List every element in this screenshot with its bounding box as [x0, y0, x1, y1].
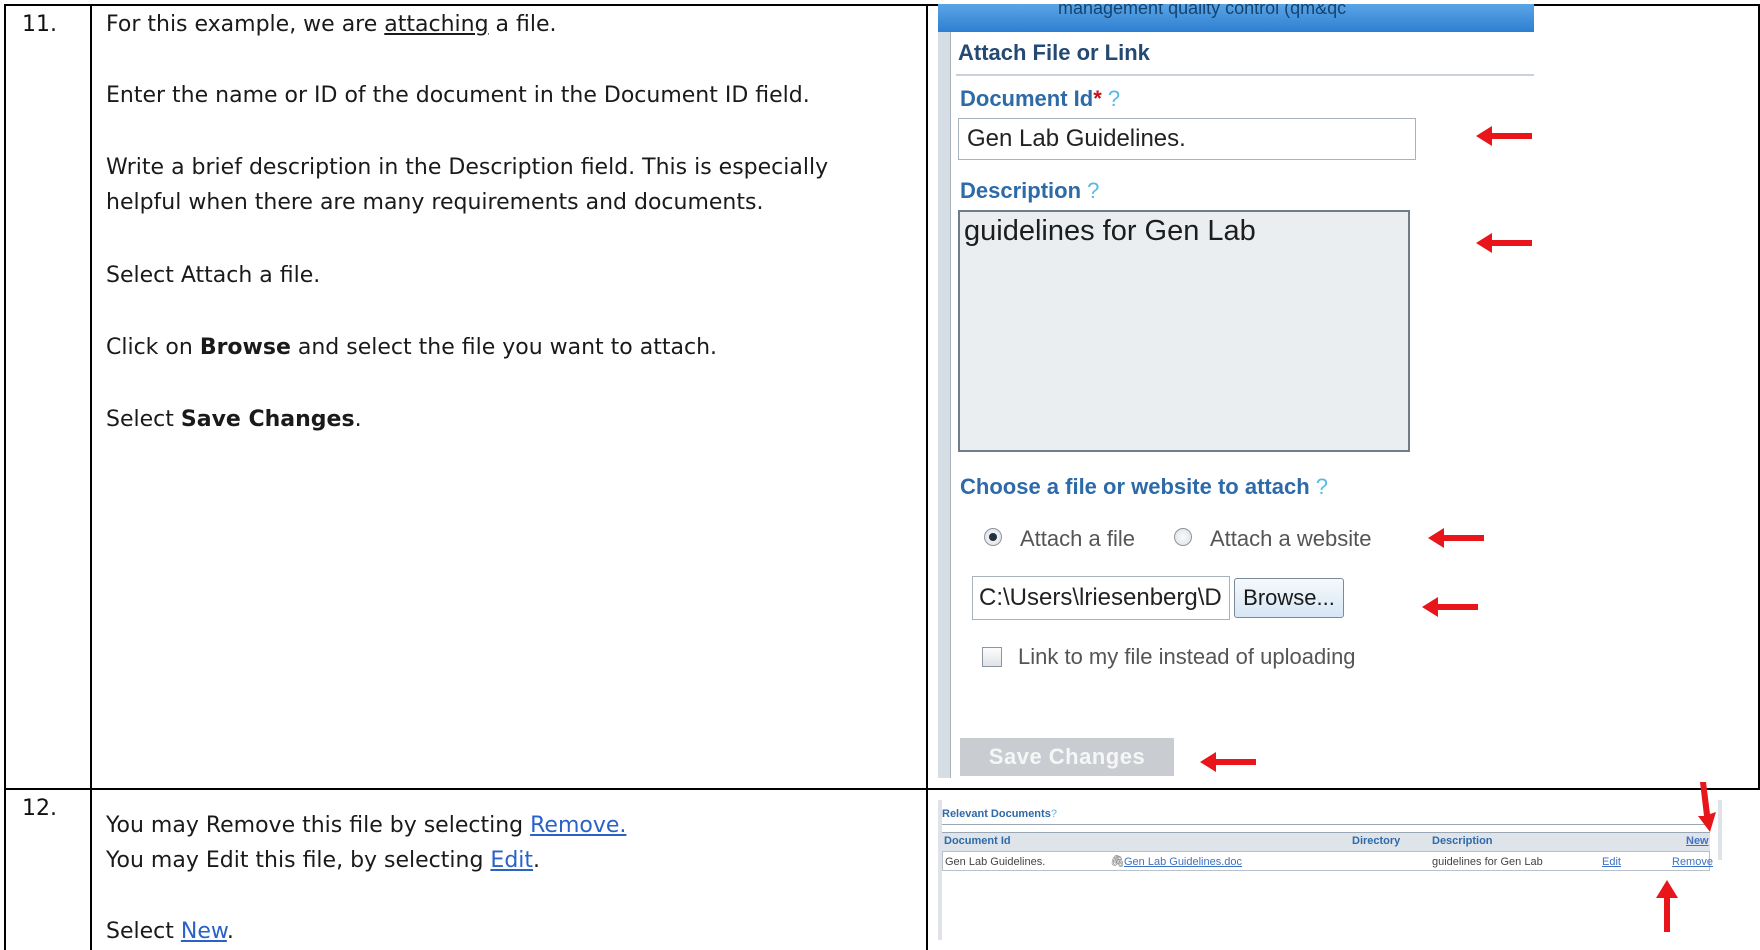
attach-file-radio[interactable]: [984, 528, 1002, 546]
text: Select: [106, 919, 181, 944]
window-title-fragment: management quality control (qm&qc: [1058, 4, 1347, 18]
row-file-link[interactable]: Gen Lab Guidelines.doc: [1124, 856, 1242, 868]
help-icon[interactable]: ?: [1051, 808, 1057, 820]
text: Select: [106, 407, 181, 432]
text: You may Edit this file, by selecting: [106, 848, 491, 873]
col-description: Description: [1432, 835, 1493, 847]
step-12-line-1: You may Remove this file by selecting Re…: [106, 813, 626, 838]
step-11-line-2: Enter the name or ID of the document in …: [106, 83, 810, 108]
attach-file-label: Attach a file: [1020, 526, 1135, 551]
help-icon[interactable]: ?: [1087, 178, 1099, 203]
label-text: Description: [960, 178, 1082, 203]
dialog-title: Attach File or Link: [958, 40, 1150, 65]
step-11-line-4: helpful when there are many requirements…: [106, 190, 764, 215]
bold-text: Save Changes: [180, 407, 355, 432]
text: .: [533, 848, 541, 873]
edit-link[interactable]: Edit: [490, 848, 533, 873]
label-text: Choose a file or website to attach: [960, 474, 1310, 499]
step-11-line-5: Select Attach a file.: [106, 263, 321, 288]
arrow-document-id: [1476, 126, 1532, 146]
attach-website-label: Attach a website: [1210, 526, 1372, 551]
text: and select the file you want to attach.: [290, 335, 718, 360]
new-document-link[interactable]: New: [1686, 835, 1709, 847]
title-divider: [942, 824, 1712, 825]
bold-text: Browse: [199, 335, 291, 360]
attach-dialog-screenshot: management quality control (qm&qc Attach…: [938, 4, 1534, 778]
window-left-edge: [938, 32, 951, 778]
attach-website-radio[interactable]: [1174, 528, 1192, 546]
help-icon[interactable]: ?: [1316, 474, 1328, 499]
table-col-divider-1: [90, 4, 92, 950]
step-number-12: 12.: [22, 796, 57, 821]
table-row: [942, 851, 1710, 871]
documents-header-row: Document Id Directory Description New: [942, 832, 1710, 852]
arrow-attach-file: [1428, 528, 1484, 548]
choose-file-label: Choose a file or website to attach ?: [960, 474, 1328, 500]
file-path-input[interactable]: C:\Users\lriesenberg\D: [972, 576, 1230, 620]
link-file-checkbox[interactable]: [982, 647, 1002, 667]
arrow-browse: [1422, 597, 1478, 617]
row-description: guidelines for Gen Lab: [1432, 856, 1543, 868]
step-12-line-3: Select New.: [106, 919, 234, 944]
text: Click on: [106, 335, 200, 360]
document-id-label: Document Id* ?: [960, 86, 1120, 112]
document-id-input[interactable]: Gen Lab Guidelines.: [958, 118, 1416, 160]
description-textarea[interactable]: guidelines for Gen Lab: [958, 210, 1410, 452]
text: .: [226, 919, 234, 944]
row-edit-link[interactable]: Edit: [1602, 856, 1621, 868]
new-link[interactable]: New: [181, 919, 227, 944]
window-top-strip: management quality control (qm&qc: [938, 4, 1534, 32]
row-remove-link[interactable]: Remove: [1672, 856, 1713, 868]
label-text: Document Id: [960, 86, 1094, 111]
relevant-documents-screenshot: Relevant Documents? Document Id Director…: [938, 800, 1722, 940]
step-number-11: 11.: [22, 12, 57, 37]
arrow-new-down: [1698, 782, 1716, 832]
arrow-edit-up: [1656, 880, 1678, 932]
description-label: Description ?: [960, 178, 1099, 204]
text: You may Remove this file by selecting: [106, 813, 531, 838]
link-file-label: Link to my file instead of uploading: [1018, 644, 1356, 669]
arrow-description: [1476, 233, 1532, 253]
browse-button[interactable]: Browse...: [1234, 578, 1344, 618]
paperclip-icon: 🖇: [1110, 854, 1126, 868]
title-divider: [956, 74, 1534, 76]
relevant-documents-title: Relevant Documents?: [942, 808, 1057, 820]
step-11-line-1: For this example, we are attaching a fil…: [106, 12, 557, 37]
table-row-divider: [4, 788, 1760, 790]
underlined-word: attaching: [384, 12, 489, 37]
step-11-line-6: Click on Browse and select the file you …: [106, 335, 717, 360]
save-changes-button[interactable]: Save Changes: [960, 738, 1174, 776]
text: For this example, we are: [106, 12, 385, 37]
arrow-save-changes: [1200, 752, 1256, 772]
col-directory: Directory: [1352, 835, 1401, 847]
row-document-id: Gen Lab Guidelines.: [945, 856, 1046, 868]
step-12-line-2: You may Edit this file, by selecting Edi…: [106, 848, 540, 873]
step-11-line-3: Write a brief description in the Descrip…: [106, 155, 829, 180]
required-mark: *: [1093, 86, 1102, 111]
text: .: [354, 407, 362, 432]
table-col-divider-2: [926, 4, 928, 950]
table-border-left: [4, 4, 6, 950]
help-icon[interactable]: ?: [1108, 86, 1120, 111]
step-11-line-7: Select Save Changes.: [106, 407, 362, 432]
title-text: Relevant Documents: [942, 808, 1051, 820]
col-document-id: Document Id: [944, 835, 1011, 847]
remove-link[interactable]: Remove.: [530, 813, 626, 838]
text: a file.: [488, 12, 557, 37]
